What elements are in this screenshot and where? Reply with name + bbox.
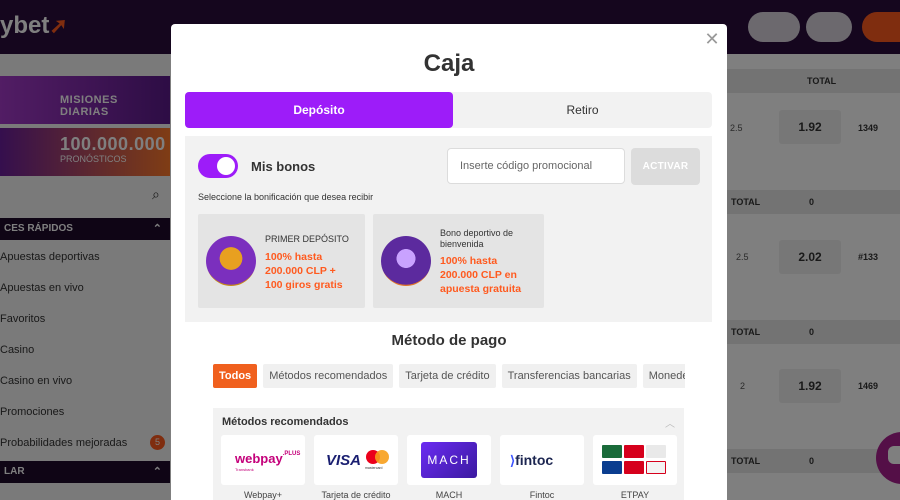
payment-method-webpay[interactable]: webpay.PLUS Transbank <box>221 435 305 485</box>
payment-method-credit-card[interactable]: VISA mastercard <box>314 435 398 485</box>
soccer-ball-medal-icon <box>381 236 431 286</box>
chevron-up-icon[interactable]: ︿ <box>665 415 675 430</box>
visa-logo: VISA <box>326 452 362 469</box>
close-icon[interactable]: ✕ <box>703 30 721 48</box>
fintoc-logo: ⟩fintoc <box>510 452 554 468</box>
payment-method-label: Webpay+ <box>243 490 283 500</box>
my-bonuses-toggle[interactable] <box>198 154 238 178</box>
bonus-card-title: Bono deportivo de bienvenida <box>440 228 514 249</box>
promo-code-input[interactable] <box>447 148 625 184</box>
filter-chip-recommended[interactable]: Métodos recomendados <box>263 364 394 388</box>
tab-withdraw[interactable]: Retiro <box>453 92 712 128</box>
webpay-logo: webpay.PLUS Transbank <box>235 451 301 472</box>
toggle-knob <box>217 157 235 175</box>
payment-method-label: Fintoc <box>529 490 555 500</box>
payment-method-mach[interactable]: MACH <box>407 435 491 485</box>
bonus-select-hint: Seleccione la bonificación que desea rec… <box>198 192 374 202</box>
filter-chip-bank-transfer[interactable]: Transferencias bancarias <box>501 364 637 388</box>
methods-section-title: Métodos recomendados <box>222 416 349 428</box>
payment-method-fintoc[interactable]: ⟩fintoc <box>500 435 584 485</box>
tab-deposit[interactable]: Depósito <box>185 92 453 128</box>
bonus-card-offer: 100% hasta 200.000 CLP + 100 giros grati… <box>265 251 343 291</box>
bank-logos-icon <box>602 445 668 475</box>
payment-method-label: ETPAY <box>620 490 650 500</box>
payment-method-label: Tarjeta de crédito <box>321 490 391 500</box>
filter-chip-crypto[interactable]: Monede <box>642 364 685 388</box>
my-bonuses-label: Mis bonos <box>251 159 316 174</box>
modal-title: Caja <box>423 50 475 77</box>
bonus-panel: Mis bonos ACTIVAR Seleccione la bonifica… <box>185 136 712 322</box>
mastercard-logo-icon <box>375 450 389 464</box>
activate-promo-button[interactable]: ACTIVAR <box>631 148 700 185</box>
filter-chip-all[interactable]: Todos <box>213 364 258 388</box>
payment-method-label: MACH <box>435 490 463 500</box>
mach-logo: MACH <box>421 442 477 478</box>
bonus-card-title: PRIMER DEPÓSITO <box>265 234 349 244</box>
cashier-tabs: Depósito Retiro <box>185 92 712 128</box>
trophy-medal-icon <box>206 236 256 286</box>
filter-chip-credit-card[interactable]: Tarjeta de crédito <box>399 364 496 388</box>
mastercard-wordmark: mastercard <box>365 466 383 470</box>
bonus-card-sports-welcome[interactable]: Bono deportivo de bienvenida 100% hasta … <box>373 214 544 308</box>
bonus-card-offer: 100% hasta 200.000 CLP en apuesta gratui… <box>440 255 522 295</box>
bonus-card-first-deposit[interactable]: PRIMER DEPÓSITO 100% hasta 200.000 CLP +… <box>198 214 365 308</box>
payment-method-etpay[interactable] <box>593 435 677 485</box>
recommended-methods-section: Métodos recomendados ︿ webpay.PLUS Transb… <box>213 408 684 500</box>
payment-method-title: Método de pago <box>391 332 507 349</box>
payment-filter-chips: Todos Métodos recomendados Tarjeta de créd… <box>213 364 685 388</box>
cashier-modal: ✕ Caja Depósito Retiro Mis bonos ACTIVAR… <box>171 24 727 500</box>
